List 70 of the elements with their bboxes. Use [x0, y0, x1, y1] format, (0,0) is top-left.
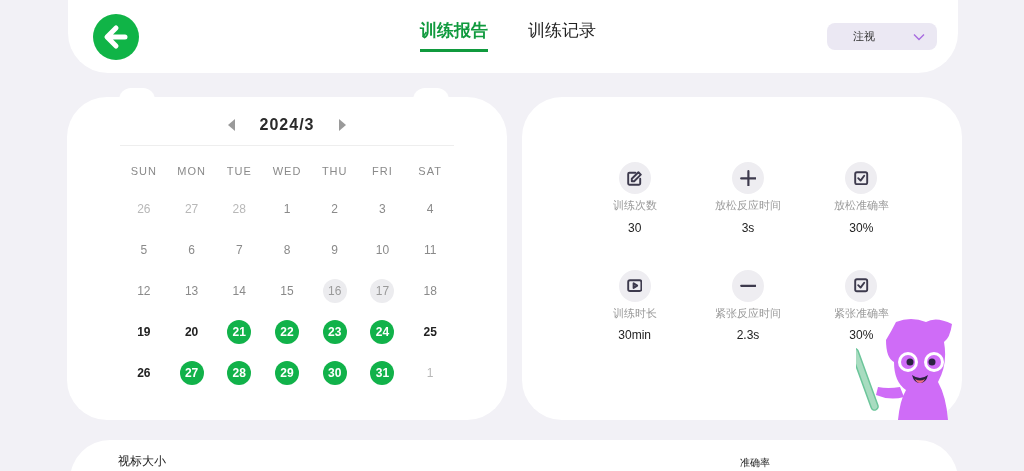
calendar-day[interactable]: 24 [370, 319, 395, 344]
minus-icon [739, 283, 757, 288]
calendar-day[interactable]: 3 [370, 196, 395, 221]
calendar-day[interactable]: 26 [131, 196, 156, 221]
calendar-day[interactable]: 6 [179, 237, 204, 262]
calendar-day[interactable]: 27 [179, 196, 204, 221]
stat-value: 30% [849, 219, 874, 237]
stat-label: 训练时长 [612, 305, 657, 321]
back-button[interactable] [93, 13, 139, 60]
calendar-day[interactable]: 18 [418, 278, 443, 303]
stat-label: 放松反应时间 [715, 198, 781, 213]
weekday-label: SAT [418, 163, 442, 179]
calendar-day[interactable]: 20 [179, 319, 204, 344]
calendar-day[interactable]: 23 [322, 319, 347, 344]
calendar-day[interactable]: 21 [227, 319, 252, 344]
mode-dropdown[interactable]: 注视 [827, 23, 937, 50]
tab[interactable]: 训练报告 [420, 18, 488, 52]
calendar-day[interactable]: 28 [227, 196, 252, 221]
stat-value: 3s [741, 219, 755, 237]
calendar-day[interactable]: 2 [322, 196, 347, 221]
weekday-label: TUE [226, 163, 252, 179]
calendar-day[interactable]: 30 [322, 360, 347, 385]
calendar-day[interactable]: 11 [418, 237, 443, 262]
stat-value: 30% [849, 327, 874, 344]
stat-value: 2.3s [736, 327, 760, 344]
edit-icon [627, 170, 643, 186]
calendar-day[interactable]: 14 [227, 278, 252, 303]
chevron-down-icon [913, 32, 925, 41]
calendar-day[interactable]: 29 [275, 360, 299, 385]
calendar-day[interactable]: 22 [275, 319, 299, 344]
stat-label: 紧张反应时间 [715, 305, 781, 321]
stat-value: 30 [628, 219, 642, 237]
section-title: 视标大小 [118, 454, 166, 468]
calendar-day[interactable]: 26 [131, 360, 156, 385]
calendar-day[interactable]: 28 [227, 360, 252, 385]
calendar-day[interactable]: 7 [227, 237, 252, 262]
calendar-day[interactable]: 13 [179, 278, 204, 303]
weekday-label: MON [177, 163, 206, 179]
weekday-label: WED [272, 163, 302, 179]
calendar-day[interactable]: 27 [179, 360, 204, 385]
weekday-label: FRI [372, 163, 393, 179]
calendar-day[interactable]: 19 [131, 319, 156, 344]
video-icon [626, 278, 643, 293]
calendar-day[interactable]: 16 [322, 278, 347, 303]
calendar-day[interactable]: 31 [370, 360, 395, 385]
calendar-day[interactable]: 5 [131, 237, 156, 262]
calendar-day[interactable]: 4 [418, 196, 443, 221]
stat-value: 30min [618, 327, 651, 344]
caret-right-icon[interactable] [338, 119, 347, 131]
stat-label: 放松准确率 [833, 198, 889, 213]
calendar-day[interactable]: 1 [275, 196, 299, 221]
checkbox-icon [854, 278, 869, 293]
calendar-day[interactable]: 10 [370, 237, 395, 262]
calendar-day[interactable]: 15 [275, 278, 299, 303]
month-title: 2024/3 [259, 115, 315, 135]
stat-label: 紧张准确率 [833, 305, 889, 321]
weekday-label: THU [321, 163, 348, 179]
calendar-day[interactable]: 8 [275, 237, 299, 262]
column-label: 准确率 [740, 457, 770, 469]
calendar-day[interactable]: 9 [322, 237, 347, 262]
caret-left-icon[interactable] [227, 119, 236, 131]
stat-label: 训练次数 [612, 198, 657, 213]
calendar-day[interactable]: 17 [370, 278, 395, 303]
plus-icon [739, 169, 757, 187]
calendar-day[interactable]: 1 [418, 360, 443, 385]
calendar-day[interactable]: 12 [131, 278, 156, 303]
checkbox-icon [854, 170, 869, 186]
weekday-label: SUN [130, 163, 157, 179]
calendar-day[interactable]: 25 [418, 319, 443, 344]
tab[interactable]: 训练记录 [528, 18, 596, 52]
